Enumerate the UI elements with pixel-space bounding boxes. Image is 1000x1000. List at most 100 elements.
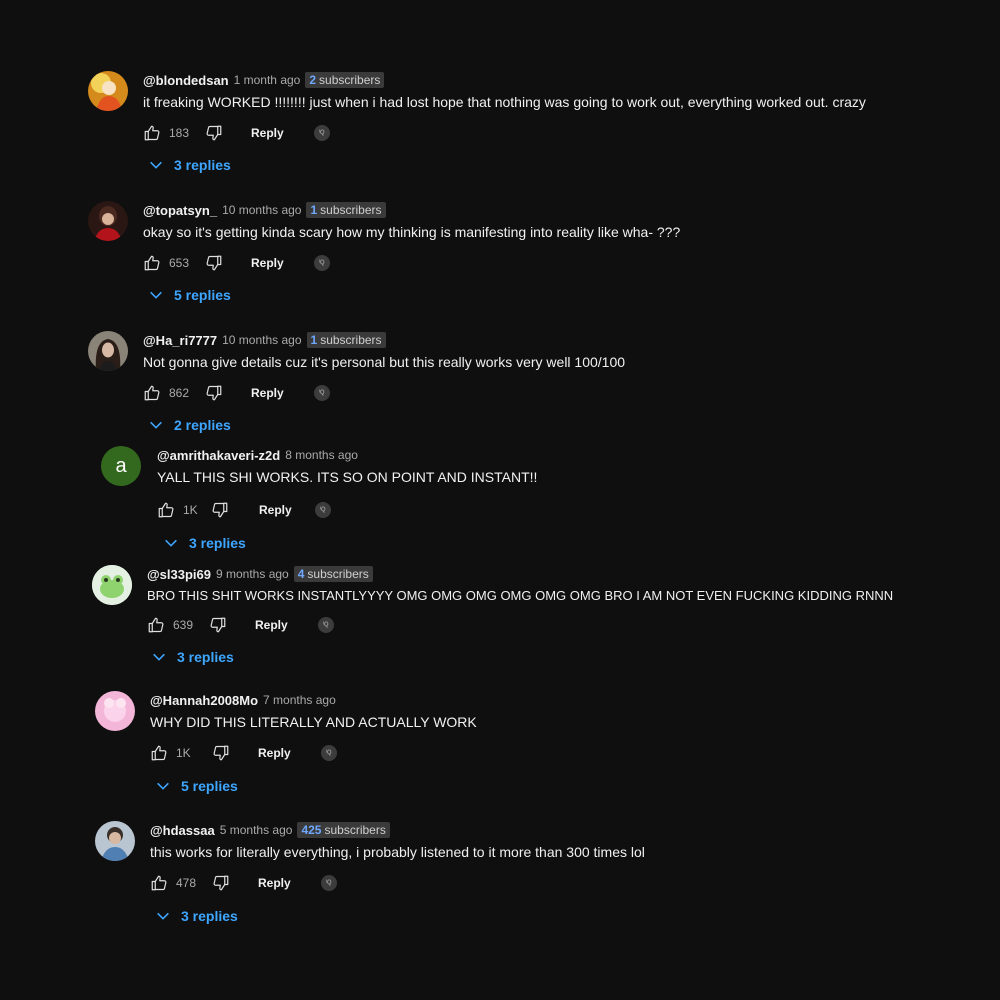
frog-avatar[interactable] (92, 565, 132, 605)
like-button[interactable] (143, 384, 161, 402)
chevron-down-icon (153, 653, 165, 661)
comment-timestamp[interactable]: 9 months ago (216, 567, 289, 581)
subscriber-badge: 1 subscribers (306, 202, 386, 218)
comment-author[interactable]: @topatsyn_ (143, 203, 217, 218)
dislike-button[interactable] (211, 501, 229, 519)
view-replies-button[interactable]: 3 replies (155, 908, 238, 924)
thumbs-up-icon (144, 125, 160, 141)
chevron-down-icon (150, 161, 162, 169)
thumbs-down-icon (212, 502, 228, 518)
thumbs-up-icon (151, 875, 167, 891)
creator-heart-badge: ᴵQ (317, 617, 334, 633)
like-button[interactable] (157, 501, 175, 519)
creator-heart-badge: ᴵQ (313, 255, 330, 271)
yellow-portrait-avatar[interactable] (88, 71, 128, 111)
like-count: 1K (183, 503, 198, 517)
view-replies-button[interactable]: 3 replies (148, 157, 231, 173)
comment-body: @sl33pi69 9 months ago 4 subscribers BRO … (147, 565, 893, 603)
subscriber-badge: 4 subscribers (293, 566, 373, 582)
pink-avatar[interactable] (95, 691, 135, 731)
comment-text: this works for literally everything, i p… (150, 844, 645, 860)
thumbs-up-icon (158, 502, 174, 518)
comment-author[interactable]: @Hannah2008Mo (150, 693, 258, 708)
comment-body: @Hannah2008Mo 7 months ago WHY DID THIS … (150, 691, 477, 731)
thumbs-up-icon (144, 385, 160, 401)
view-replies-button[interactable]: 3 replies (151, 649, 234, 665)
creator-heart-badge: ᴵQ (313, 385, 330, 401)
like-count: 1K (176, 746, 191, 760)
comment-timestamp[interactable]: 5 months ago (220, 823, 293, 837)
chevron-down-icon (150, 421, 162, 429)
subscriber-count: 425 (301, 823, 322, 837)
reply-button[interactable]: Reply (258, 876, 291, 890)
subscriber-badge: 2 subscribers (305, 72, 385, 88)
comment-header: @Ha_ri7777 10 months ago 1 subscribers (143, 331, 625, 349)
like-button[interactable] (150, 744, 168, 762)
reply-button[interactable]: Reply (251, 386, 284, 400)
like-count: 639 (173, 618, 194, 632)
comment-header: @Hannah2008Mo 7 months ago (150, 691, 477, 709)
comment-timestamp[interactable]: 1 month ago (234, 73, 301, 87)
chevron-down-icon (157, 912, 169, 920)
view-replies-button[interactable]: 3 replies (163, 535, 246, 551)
dislike-button[interactable] (212, 874, 230, 892)
comment-body: @blondedsan 1 month ago 2 subscribers it … (143, 71, 866, 110)
view-replies-button[interactable]: 2 replies (148, 417, 231, 433)
thumbs-down-icon (210, 617, 226, 633)
like-button[interactable] (143, 124, 161, 142)
comment-timestamp[interactable]: 7 months ago (263, 693, 336, 707)
subscriber-badge: 1 subscribers (306, 332, 386, 348)
like-button[interactable] (143, 254, 161, 272)
chevron-down-icon (150, 291, 162, 299)
dislike-button[interactable] (212, 744, 230, 762)
replies-count: 5 replies (174, 287, 231, 303)
thumbs-down-icon (213, 745, 229, 761)
view-replies-button[interactable]: 5 replies (155, 778, 238, 794)
subscriber-label: subscribers (324, 823, 386, 837)
dislike-button[interactable] (205, 254, 223, 272)
dislike-button[interactable] (205, 124, 223, 142)
thumbs-down-icon (213, 875, 229, 891)
reply-button[interactable]: Reply (255, 618, 288, 632)
comment-author[interactable]: @amrithakaveri-z2d (157, 448, 280, 463)
comment-timestamp[interactable]: 10 months ago (222, 333, 301, 347)
comment-text: WHY DID THIS LITERALLY AND ACTUALLY WORK (150, 714, 477, 730)
reply-button[interactable]: Reply (251, 126, 284, 140)
dislike-button[interactable] (205, 384, 223, 402)
comment-header: @topatsyn_ 10 months ago 1 subscribers (143, 201, 680, 219)
thumbs-up-icon (151, 745, 167, 761)
comment-body: @Ha_ri7777 10 months ago 1 subscribers No… (143, 331, 625, 370)
view-replies-button[interactable]: 5 replies (148, 287, 231, 303)
replies-count: 3 replies (181, 908, 238, 924)
like-button[interactable] (147, 616, 165, 634)
reply-button[interactable]: Reply (258, 746, 291, 760)
comment-header: @sl33pi69 9 months ago 4 subscribers (147, 565, 893, 583)
subscriber-count: 1 (310, 203, 318, 217)
reply-button[interactable]: Reply (251, 256, 284, 270)
blue-portrait-avatar[interactable] (95, 821, 135, 861)
reply-button[interactable]: Reply (259, 503, 292, 517)
comment-author[interactable]: @hdassaa (150, 823, 215, 838)
avatar-letter: a (115, 454, 127, 477)
thumbs-up-icon (144, 255, 160, 271)
red-portrait-avatar[interactable] (88, 201, 128, 241)
comment-actions: 653 Reply ᴵQ (143, 253, 330, 273)
replies-count: 3 replies (189, 535, 246, 551)
dislike-button[interactable] (209, 616, 227, 634)
comment-author[interactable]: @blondedsan (143, 73, 229, 88)
comment-author[interactable]: @sl33pi69 (147, 567, 211, 582)
comment-timestamp[interactable]: 10 months ago (222, 203, 301, 217)
comment-timestamp[interactable]: 8 months ago (285, 448, 358, 462)
replies-count: 3 replies (174, 157, 231, 173)
comment-actions: 1K Reply ᴵQ (157, 500, 331, 520)
comment-body: @amrithakaveri-z2d 8 months ago YALL THI… (157, 446, 537, 486)
comment-header: @amrithakaveri-z2d 8 months ago (157, 446, 537, 464)
comment-author[interactable]: @Ha_ri7777 (143, 333, 217, 348)
replies-count: 3 replies (177, 649, 234, 665)
subscriber-count: 2 (309, 73, 317, 87)
replies-count: 2 replies (174, 417, 231, 433)
like-button[interactable] (150, 874, 168, 892)
thumbs-down-icon (206, 385, 222, 401)
letter-avatar[interactable]: a (101, 446, 141, 486)
dark-portrait-avatar[interactable] (88, 331, 128, 371)
